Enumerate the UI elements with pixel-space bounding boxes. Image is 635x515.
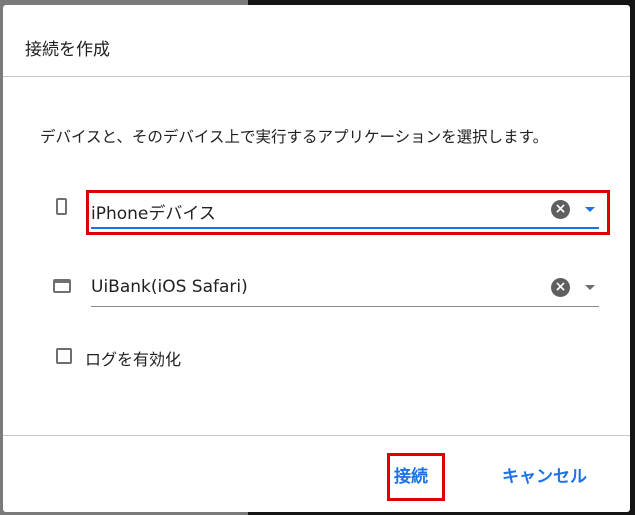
cancel-button[interactable]: キャンセル	[502, 462, 587, 487]
dialog-description: デバイスと、そのデバイス上で実行するアプリケーションを選択します。	[40, 128, 549, 146]
application-select-value: UiBank(iOS Safari)	[91, 277, 248, 297]
phone-icon	[56, 198, 67, 215]
create-connection-dialog: 接続を作成 デバイスと、そのデバイス上で実行するアプリケーションを選択します。 …	[3, 5, 630, 512]
window-icon	[53, 279, 71, 293]
application-select-underline	[91, 306, 599, 307]
enable-log-checkbox[interactable]	[56, 348, 72, 364]
application-dropdown-arrow-icon[interactable]	[585, 285, 595, 290]
application-clear-icon[interactable]: ×	[551, 278, 570, 297]
dialog-title: 接続を作成	[25, 40, 110, 60]
application-select[interactable]: UiBank(iOS Safari) ×	[91, 271, 599, 307]
title-divider	[3, 76, 630, 77]
connect-button-highlight	[387, 453, 445, 501]
footer-divider	[3, 435, 630, 436]
enable-log-label[interactable]: ログを有効化	[85, 346, 181, 370]
device-select-highlight	[86, 190, 610, 235]
